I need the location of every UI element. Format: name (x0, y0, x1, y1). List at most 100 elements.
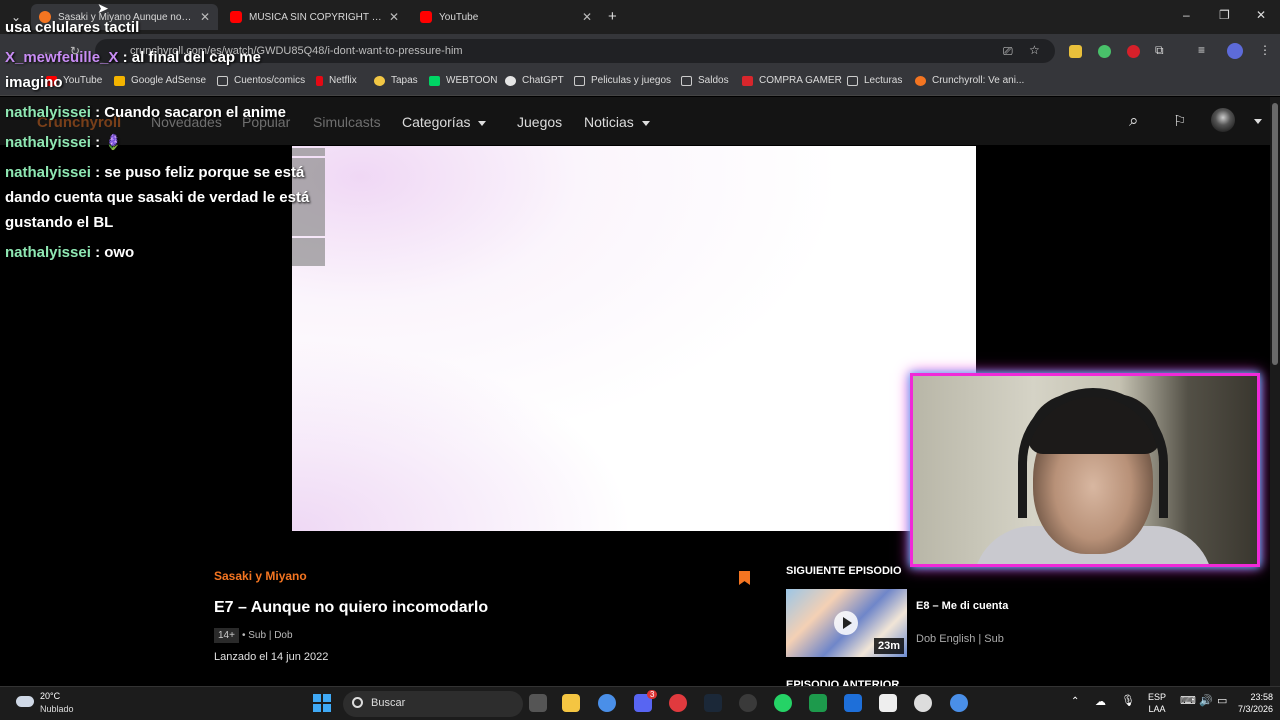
chevron-down-icon (478, 120, 487, 126)
chat-text: : owo (95, 244, 135, 261)
media-icon[interactable]: ≡ (1198, 43, 1205, 57)
excel-icon[interactable] (809, 694, 827, 712)
app-icon[interactable] (914, 694, 932, 712)
chat-message: usa celulares tactil (5, 15, 325, 40)
rating-badge: 14+ (214, 628, 239, 643)
series-link[interactable]: Sasaki y Miyano (214, 569, 307, 583)
bookmark-label: Tapas (391, 75, 418, 86)
onedrive-icon[interactable]: ☁ (1095, 696, 1106, 708)
time: 23:58 (1250, 692, 1274, 702)
bookmark-label: Lecturas (864, 75, 903, 86)
next-episode-title[interactable]: E8 – Me di cuenta (916, 600, 1008, 612)
video-player[interactable] (292, 146, 976, 531)
extensions-puzzle-icon[interactable]: ⧉ (1155, 43, 1164, 58)
watchlist-bookmark-icon[interactable] (739, 571, 750, 585)
watchlist-bookmark-icon[interactable]: ⚐ (1173, 112, 1186, 130)
nav-juegos[interactable]: Juegos (517, 114, 562, 130)
chat-username: X_mewfeuille_X (5, 49, 119, 66)
taskbar-search[interactable]: Buscar (343, 691, 523, 717)
chat-text: : 🪻 (95, 134, 123, 151)
bookmark-webtoon[interactable]: WEBTOON (429, 75, 497, 86)
webtoon-icon (429, 75, 440, 86)
bookmark-label: Crunchyroll: Ve ani... (932, 75, 1025, 86)
tab-label: YouTube (439, 11, 479, 23)
outlook-icon[interactable] (844, 694, 862, 712)
bookmark-chatgpt[interactable]: ChatGPT (505, 75, 564, 86)
user-avatar[interactable] (1211, 108, 1235, 132)
nav-label: Categorías (402, 114, 471, 130)
search-icon[interactable]: ⌕ (1129, 111, 1139, 131)
notion-icon[interactable] (879, 694, 897, 712)
profile-avatar[interactable] (1227, 43, 1243, 59)
weather-desc[interactable]: Nublado (40, 704, 74, 714)
next-episode-thumbnail[interactable]: 23m (786, 589, 907, 657)
new-tab-icon[interactable]: + (608, 8, 617, 25)
youtube-favicon-icon (420, 11, 432, 23)
search-icon (352, 697, 363, 708)
minimize-icon[interactable]: – (1183, 8, 1190, 22)
audio-info: • Sub | Dob (241, 630, 293, 641)
bookmark-crunchyroll[interactable]: Crunchyroll: Ve ani... (915, 75, 1024, 86)
screen: ⌄ Sasaki y Miyano Aunque no qu ✕ MÚSICA … (0, 0, 1280, 720)
layout-code: LAA (1148, 704, 1166, 714)
battery-icon[interactable]: ▭ (1217, 695, 1227, 707)
close-tab-icon[interactable]: ✕ (582, 10, 592, 24)
close-tab-icon[interactable]: ✕ (389, 10, 399, 24)
extension-icon[interactable] (1127, 45, 1140, 58)
weather-temp[interactable]: 20°C (40, 691, 60, 701)
play-icon[interactable] (834, 611, 858, 635)
compragamer-icon (742, 75, 753, 86)
crunchyroll-icon (915, 75, 926, 86)
extension-icon[interactable] (1069, 45, 1082, 58)
bookmark-folder[interactable]: Peliculas y juegos (574, 75, 671, 86)
folder-icon (681, 75, 692, 86)
chevron-up-icon[interactable]: ⌃ (1071, 696, 1079, 708)
task-view-icon[interactable] (529, 694, 547, 712)
whatsapp-icon[interactable] (774, 694, 792, 712)
microphone-icon[interactable]: 🎙 (1121, 695, 1135, 707)
close-window-icon[interactable]: ✕ (1256, 8, 1266, 22)
bookmark-folder[interactable]: Lecturas (847, 75, 902, 86)
chat-text: : Cuando sacaron el anime (95, 104, 286, 121)
media-player-icon[interactable] (669, 694, 687, 712)
bookmark-compragamer[interactable]: COMPRA GAMER (742, 75, 842, 86)
file-explorer-icon[interactable] (562, 694, 580, 712)
bookmark-tapas[interactable]: Tapas (374, 75, 418, 86)
page-scrollbar[interactable] (1270, 97, 1280, 686)
chat-message: nathalyissei : 🪻 (5, 130, 325, 155)
bookmark-folder[interactable]: Saldos (681, 75, 729, 86)
chrome-icon[interactable] (598, 694, 616, 712)
chatgpt-icon (505, 75, 516, 86)
bookmark-label: Saldos (698, 75, 729, 86)
maximize-icon[interactable]: ❐ (1219, 8, 1230, 22)
tapas-icon (374, 75, 385, 86)
clock[interactable]: 23:58 7/3/2026 (1238, 691, 1273, 715)
chat-username: nathalyissei (5, 244, 91, 261)
volume-icon[interactable]: 🔊 (1199, 695, 1213, 707)
next-episode-heading: SIGUIENTE EPISODIO (786, 565, 902, 577)
notification-badge: 3 (647, 690, 658, 699)
next-episode-audio: Dob English | Sub (916, 633, 1004, 645)
cast-icon[interactable]: ⎚ (1003, 44, 1013, 59)
menu-dots-icon[interactable]: ⋮ (1259, 43, 1271, 57)
chrome-icon[interactable] (950, 694, 968, 712)
nav-categorias[interactable]: Categorías (402, 114, 487, 130)
nav-noticias[interactable]: Noticias (584, 114, 650, 130)
bookmark-netflix[interactable]: Netflix (316, 75, 357, 86)
cloud-icon[interactable] (16, 696, 34, 707)
chat-username: nathalyissei (5, 164, 91, 181)
steam-icon[interactable] (704, 694, 722, 712)
scrollbar-thumb[interactable] (1272, 103, 1278, 365)
netflix-icon (316, 75, 323, 86)
tab-youtube[interactable]: YouTube ✕ (412, 4, 600, 30)
folder-icon (574, 75, 585, 86)
bookmark-star-icon[interactable]: ☆ (1029, 43, 1040, 57)
folder-icon (847, 75, 858, 86)
language-indicator[interactable]: ESP LAA (1148, 691, 1166, 715)
chevron-down-icon[interactable] (1254, 119, 1262, 124)
obs-icon[interactable] (739, 694, 757, 712)
network-icon[interactable]: ⌨ (1180, 695, 1196, 707)
chat-message: nathalyissei : owo (5, 240, 325, 265)
extension-icon[interactable] (1098, 45, 1111, 58)
start-windows-icon[interactable] (313, 694, 331, 712)
